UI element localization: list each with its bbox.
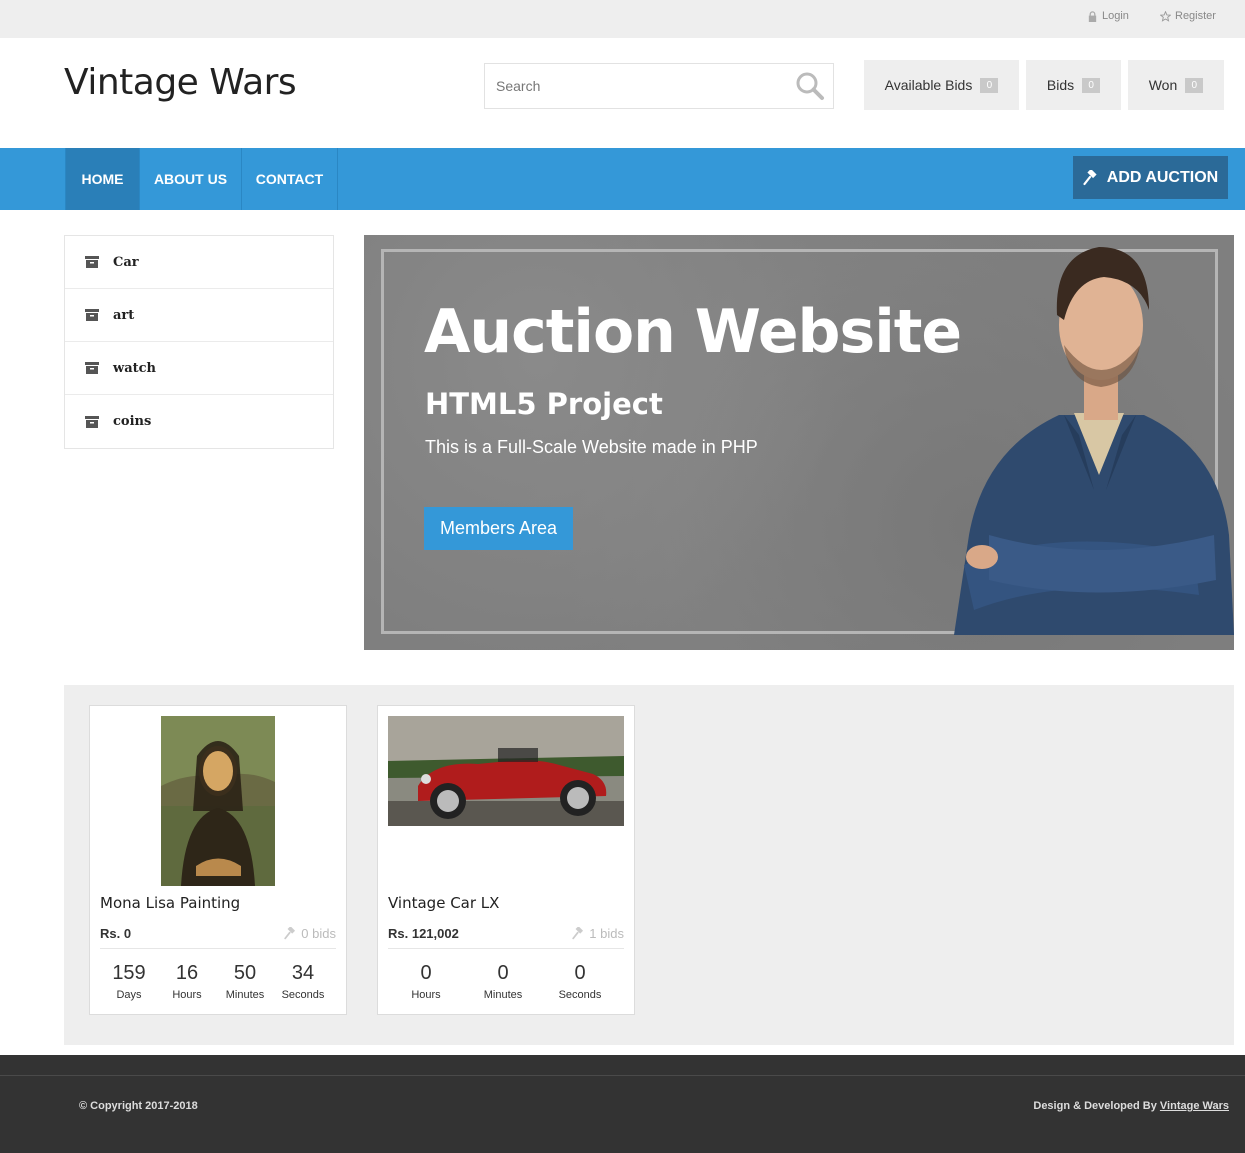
countdown-seconds: 0 Seconds xyxy=(551,962,609,1001)
footer: © Copyright 2017-2018 Design & Developed… xyxy=(0,1055,1245,1153)
countdown-value: 159 xyxy=(112,962,146,984)
hero-description: This is a Full-Scale Website made in PHP xyxy=(425,437,758,457)
countdown-unit: Seconds xyxy=(281,989,325,1001)
countdown-minutes: 0 Minutes xyxy=(474,962,532,1001)
countdown-minutes: 50 Minutes xyxy=(216,962,274,1001)
countdown-days: 159 Days xyxy=(100,962,158,1001)
countdown-value: 0 xyxy=(574,962,586,984)
countdown-value: 34 xyxy=(291,962,315,984)
won-label: Won xyxy=(1148,77,1178,93)
auction-price: Rs. 121,002 xyxy=(388,926,459,941)
countdown-value: 50 xyxy=(233,962,257,984)
add-auction-label: ADD AUCTION xyxy=(1106,168,1219,186)
login-label: Login xyxy=(1102,10,1129,22)
category-item-watch[interactable]: watch xyxy=(65,342,333,395)
won-button[interactable]: Won 0 xyxy=(1128,60,1224,110)
login-link[interactable]: Login xyxy=(1087,10,1129,22)
countdown-unit: Minutes xyxy=(225,989,265,1001)
search-button[interactable] xyxy=(795,71,825,101)
vintage-car-image[interactable] xyxy=(388,716,624,826)
countdown-value: 0 xyxy=(497,962,509,984)
divider xyxy=(100,948,336,949)
auction-bid-count: 0 bids xyxy=(284,926,336,941)
divider xyxy=(388,948,624,949)
members-area-button[interactable]: Members Area xyxy=(424,507,573,550)
bids-label: Bids xyxy=(1046,77,1075,93)
register-link[interactable]: Register xyxy=(1160,10,1216,22)
gavel-icon xyxy=(284,927,296,940)
top-bar: Login Register xyxy=(0,0,1245,38)
auction-title[interactable]: Vintage Car LX xyxy=(388,894,499,912)
archive-box-icon xyxy=(85,362,99,374)
category-label: watch xyxy=(113,360,156,376)
countdown-value: 0 xyxy=(420,962,432,984)
countdown-unit: Seconds xyxy=(558,989,602,1001)
bid-count-label: 0 bids xyxy=(301,926,336,941)
nav-contact[interactable]: CONTACT xyxy=(242,148,338,210)
auction-title[interactable]: Mona Lisa Painting xyxy=(100,894,240,912)
category-item-art[interactable]: art xyxy=(65,289,333,342)
man-portrait-image xyxy=(954,247,1234,635)
star-outline-icon xyxy=(1160,10,1171,22)
search-input[interactable] xyxy=(485,64,785,108)
countdown-unit: Days xyxy=(116,989,142,1001)
countdown-unit: Hours xyxy=(411,989,441,1001)
hero-banner: Auction Website HTML5 Project This is a … xyxy=(364,235,1234,650)
countdown-seconds: 34 Seconds xyxy=(274,962,332,1001)
add-auction-button[interactable]: ADD AUCTION xyxy=(1073,156,1228,199)
credit-text: Design & Developed By Vintage Wars xyxy=(1033,1100,1229,1112)
credit-prefix: Design & Developed By xyxy=(1033,1100,1157,1112)
won-badge: 0 xyxy=(1185,77,1204,93)
mona-lisa-image[interactable] xyxy=(161,716,275,886)
hero-title: Auction Website xyxy=(424,297,962,367)
gavel-icon xyxy=(572,927,584,940)
search-icon xyxy=(796,72,824,100)
gavel-icon xyxy=(1083,169,1097,185)
available-bids-badge: 0 xyxy=(980,77,999,93)
bids-badge: 0 xyxy=(1082,77,1101,93)
auction-price: Rs. 0 xyxy=(100,926,132,941)
archive-box-icon xyxy=(85,309,99,321)
search-box xyxy=(484,63,834,109)
main-nav: HOME ABOUT US CONTACT xyxy=(0,148,1245,210)
countdown-unit: Minutes xyxy=(483,989,523,1001)
available-bids-label: Available Bids xyxy=(884,77,973,93)
archive-box-icon xyxy=(85,415,99,428)
site-logo[interactable]: Vintage Wars xyxy=(64,62,297,103)
credit-link[interactable]: Vintage Wars xyxy=(1160,1100,1229,1112)
bid-count-label: 1 bids xyxy=(589,926,624,941)
copyright-text: © Copyright 2017-2018 xyxy=(79,1100,198,1112)
divider xyxy=(0,1075,1245,1076)
auction-card-vintage-car[interactable]: Vintage Car LX Rs. 121,002 1 bids 0 Hour… xyxy=(377,705,635,1015)
category-label: coins xyxy=(113,414,152,429)
nav-home[interactable]: HOME xyxy=(65,148,140,210)
category-label: Car xyxy=(113,254,139,270)
lock-icon xyxy=(1088,10,1097,22)
auction-bid-count: 1 bids xyxy=(572,926,624,941)
category-label: art xyxy=(113,307,135,323)
hero-subtitle: HTML5 Project xyxy=(425,387,663,421)
auction-listings: Mona Lisa Painting Rs. 0 0 bids 159 Days… xyxy=(64,685,1234,1045)
countdown-value: 16 xyxy=(175,962,199,984)
nav-about-us[interactable]: ABOUT US xyxy=(140,148,242,210)
category-item-car[interactable]: Car xyxy=(65,236,333,289)
register-label: Register xyxy=(1175,10,1216,22)
countdown-hours: 16 Hours xyxy=(158,962,216,1001)
countdown-hours: 0 Hours xyxy=(397,962,455,1001)
countdown-unit: Hours xyxy=(172,989,202,1001)
available-bids-button[interactable]: Available Bids 0 xyxy=(864,60,1019,110)
bids-button[interactable]: Bids 0 xyxy=(1026,60,1121,110)
archive-box-icon xyxy=(85,256,99,268)
category-item-coins[interactable]: coins xyxy=(65,395,333,448)
category-list: Car art watch coins xyxy=(64,235,334,449)
auction-card-mona-lisa[interactable]: Mona Lisa Painting Rs. 0 0 bids 159 Days… xyxy=(89,705,347,1015)
